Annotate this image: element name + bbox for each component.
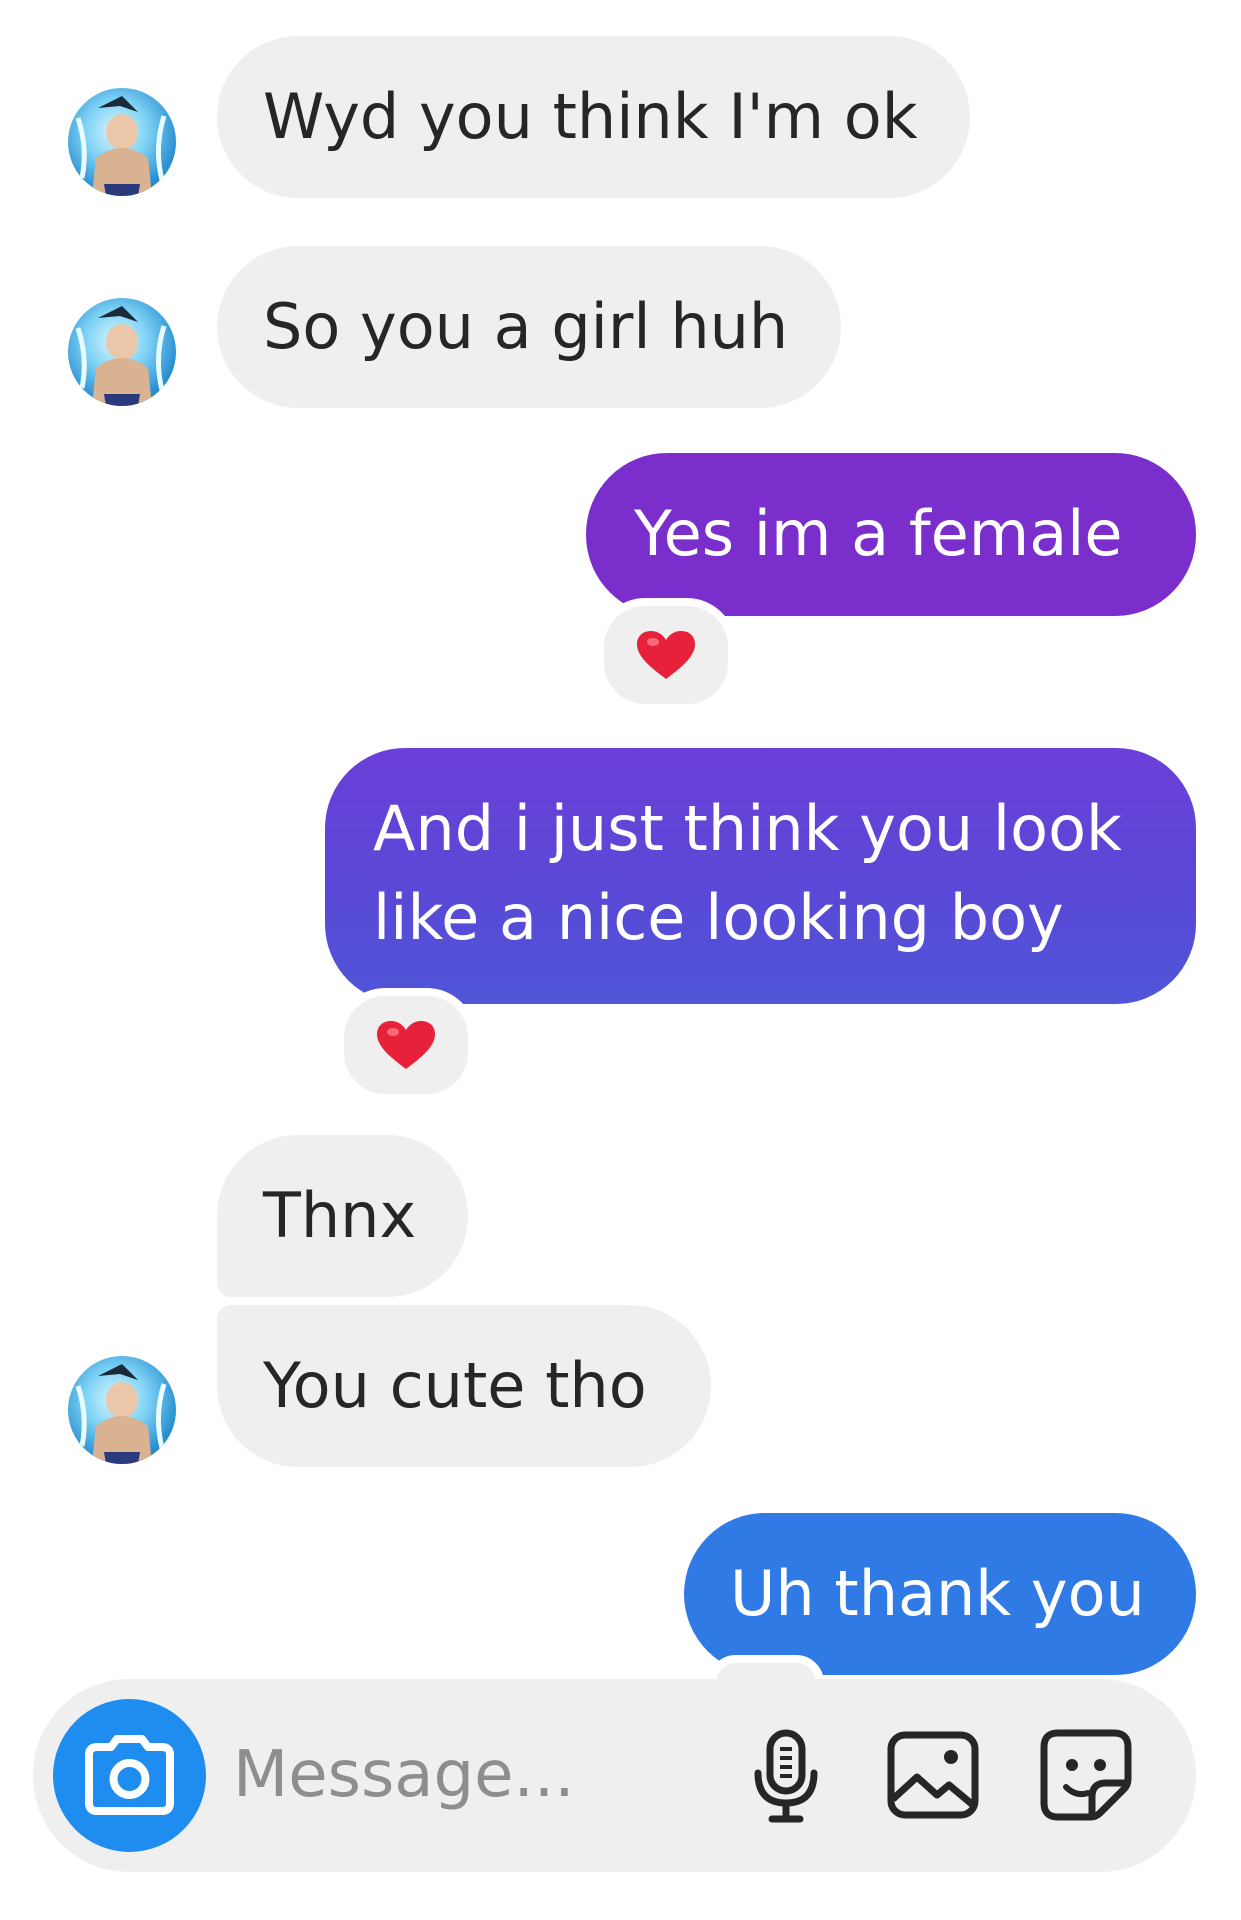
message-composer: Message... [33, 1679, 1196, 1872]
message-bubble-incoming[interactable]: Wyd you think I'm ok [217, 36, 970, 198]
message-bubble-incoming[interactable]: Thnx [217, 1135, 468, 1297]
gallery-icon [887, 1731, 979, 1819]
sticker-button[interactable] [1038, 1727, 1134, 1823]
contact-avatar[interactable] [68, 1356, 176, 1464]
microphone-button[interactable] [738, 1727, 834, 1823]
contact-avatar[interactable] [68, 88, 176, 196]
message-bubble-incoming[interactable]: You cute tho [217, 1305, 711, 1467]
reaction-badge[interactable] [336, 988, 476, 1102]
heart-reaction-icon [637, 631, 695, 679]
heart-reaction-icon [377, 1021, 435, 1069]
sticker-icon [1040, 1729, 1132, 1821]
message-input[interactable]: Message... [233, 1727, 575, 1823]
message-bubble-outgoing[interactable]: Yes im a female [586, 453, 1196, 616]
avatar-image [75, 96, 167, 196]
camera-icon [85, 1735, 174, 1815]
microphone-icon [754, 1729, 818, 1823]
avatar-image [75, 306, 167, 406]
camera-button[interactable] [53, 1699, 206, 1852]
contact-avatar[interactable] [68, 298, 176, 406]
reaction-badge[interactable] [596, 598, 736, 712]
message-bubble-outgoing[interactable]: And i just think you look like a nice lo… [325, 748, 1196, 1004]
message-bubble-outgoing[interactable]: Uh thank you [684, 1513, 1196, 1675]
chat-screen: Wyd you think I'm ok So you a girl huh Y… [0, 0, 1241, 1920]
avatar-image [75, 1364, 167, 1464]
message-bubble-incoming[interactable]: So you a girl huh [217, 246, 841, 408]
gallery-button[interactable] [885, 1727, 981, 1823]
